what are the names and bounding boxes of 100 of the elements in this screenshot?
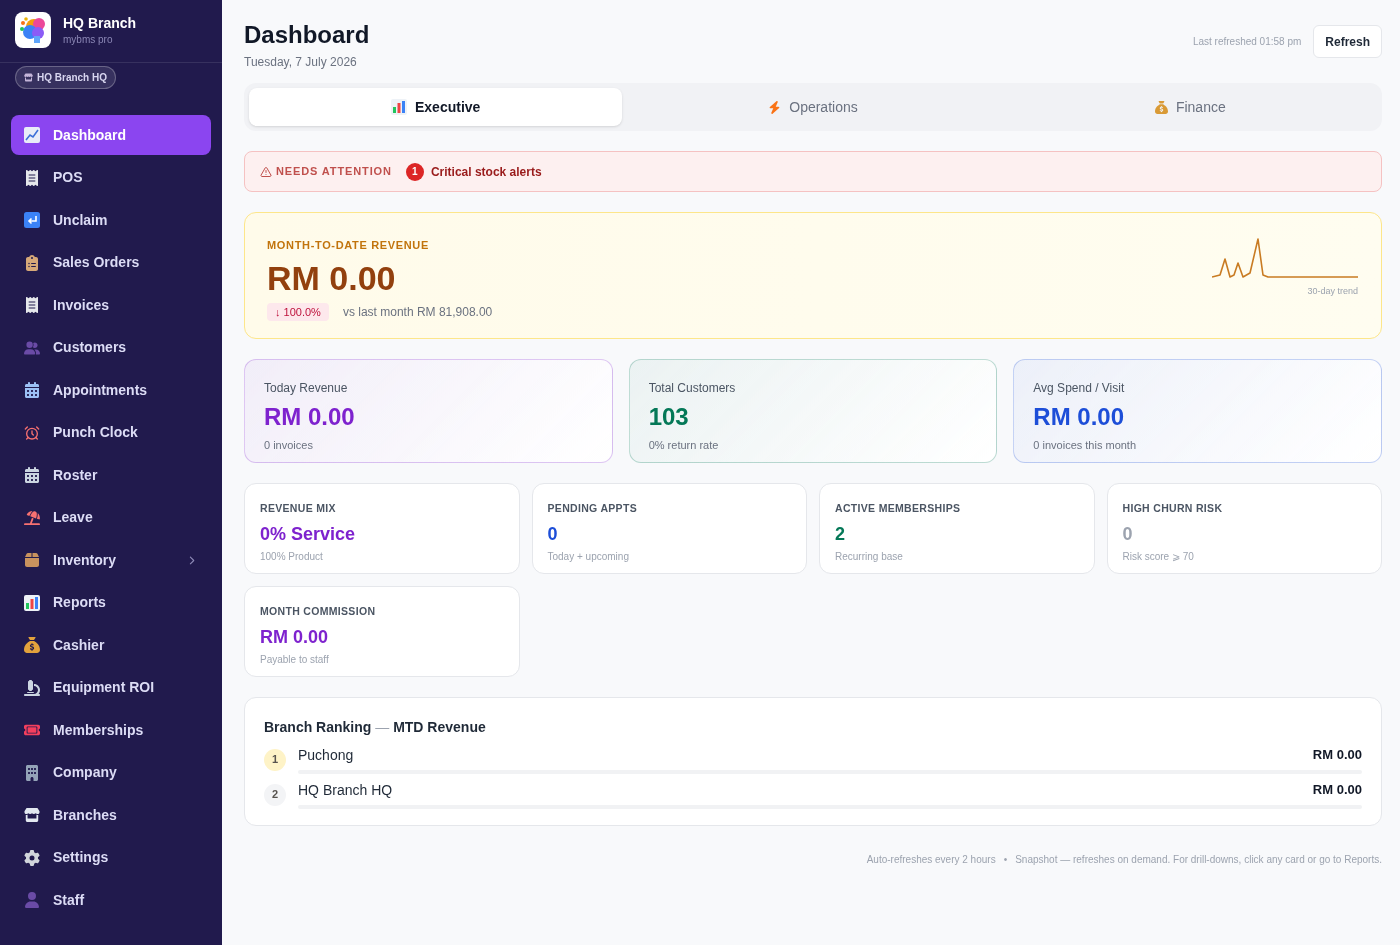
tab[interactable]: Finance	[1003, 88, 1377, 126]
comparison-text: vs last month RM 81,908.00	[342, 303, 493, 321]
kpi-card[interactable]: HIGH CHURN RISK 0 Risk score ⩾ 70	[1106, 483, 1382, 574]
settings-icon	[24, 849, 40, 866]
lightning-icon	[768, 100, 782, 114]
stat-card[interactable]: Today Revenue RM 0.00 0 invoices	[244, 359, 613, 463]
money-bag-icon	[1154, 100, 1168, 114]
change-badge: ↓ 100.0%	[267, 302, 329, 321]
kpi-card[interactable]: PENDING APPTS 0 Today + upcoming	[531, 483, 807, 574]
branch-name: HQ Branch HQ	[298, 781, 393, 800]
stat-note: 0 invoices this month	[1033, 438, 1137, 453]
stat-note: 0 invoices	[264, 438, 313, 453]
nav-item[interactable]: Inventory	[11, 540, 211, 580]
tab[interactable]: Operations	[626, 88, 1000, 126]
chevron-right-icon	[188, 555, 195, 565]
page-title: Dashboard	[244, 20, 370, 50]
receipt-icon	[24, 297, 40, 313]
calendar-icon	[24, 467, 40, 483]
kpi-note: Recurring base	[835, 549, 903, 564]
nav-item[interactable]: Cashier	[11, 625, 211, 665]
nav-item[interactable]: Equipment ROI	[11, 667, 211, 708]
revenue-value: RM 0.00	[267, 257, 396, 298]
stat-label: Today Revenue	[264, 380, 348, 397]
kpi-card[interactable]: MONTH COMMISSION RM 0.00 Payable to staff	[244, 586, 520, 677]
nav-item[interactable]: Reports	[11, 582, 211, 623]
branch-amount: RM 0.00	[1312, 746, 1362, 764]
kpi-label: REVENUE MIX	[260, 501, 336, 516]
nav-item[interactable]: Roster	[11, 455, 211, 495]
nav-item[interactable]: Punch Clock	[11, 412, 211, 453]
nav-item[interactable]: Memberships	[11, 710, 211, 750]
rank-badge: 2	[264, 783, 286, 806]
line-chart-icon	[24, 127, 40, 143]
stat-card[interactable]: Avg Spend / Visit RM 0.00 0 invoices this month	[1013, 359, 1382, 463]
branch-chip[interactable]: HQ Branch HQ	[15, 66, 116, 89]
app-name: HQ Branch	[63, 13, 137, 32]
stat-label: Avg Spend / Visit	[1033, 380, 1125, 397]
calendar-icon	[24, 382, 40, 398]
kpi-value: 2	[835, 522, 845, 546]
stat-value: 103	[648, 402, 689, 432]
store-icon	[24, 807, 40, 823]
user-icon	[24, 892, 40, 908]
money-bag-icon	[24, 637, 40, 653]
refresh-button[interactable]: Refresh	[1313, 25, 1382, 58]
ranking-title: Branch Ranking — MTD Revenue	[264, 718, 486, 737]
stat-note: 0% return rate	[648, 438, 719, 453]
nav-item[interactable]: POS	[11, 157, 211, 198]
kpi-note: Payable to staff	[260, 652, 329, 667]
branch-name: Puchong	[298, 746, 354, 765]
rank-badge: 1	[264, 748, 286, 771]
count-badge: 1	[405, 162, 424, 181]
stat-value: RM 0.00	[1033, 402, 1125, 432]
building-icon	[24, 764, 40, 781]
kpi-card[interactable]: ACTIVE MEMBERSHIPS 2 Recurring base	[819, 483, 1095, 574]
nav-item[interactable]: Staff	[11, 880, 211, 920]
nav-item[interactable]: Customers	[11, 327, 211, 368]
nav-item[interactable]: Company	[11, 752, 211, 793]
kpi-card[interactable]: REVENUE MIX 0% Service 100% Product	[244, 483, 520, 574]
kpi-value: 0% Service	[260, 522, 356, 546]
branch-amount: RM 0.00	[1312, 781, 1362, 799]
microscope-icon	[24, 679, 40, 696]
clipboard-icon	[24, 254, 40, 271]
nav-item[interactable]: Branches	[11, 795, 211, 835]
alert-link[interactable]: Critical stock alerts	[430, 162, 542, 181]
kpi-note: Risk score ⩾ 70	[1122, 549, 1194, 564]
kpi-label: HIGH CHURN RISK	[1122, 501, 1223, 516]
nav-item[interactable]: Appointments	[11, 370, 211, 410]
ticket-icon	[24, 722, 40, 738]
bar-chart-icon	[24, 594, 40, 611]
box-icon	[24, 552, 40, 568]
footer-note: Snapshot — refreshes on demand. For drill-downs, click any card or go to Reports.	[1015, 853, 1382, 867]
kpi-value: 0	[1122, 522, 1133, 546]
kpi-value: RM 0.00	[260, 625, 329, 649]
kpi-note: Today + upcoming	[547, 549, 629, 564]
bar-chart-icon	[390, 99, 407, 115]
revenue-label: MONTH-TO-DATE REVENUE	[267, 238, 429, 253]
tab[interactable]: Executive	[249, 88, 623, 126]
nav-item[interactable]: Settings	[11, 837, 211, 878]
nav-item[interactable]: Leave	[11, 497, 211, 538]
app-subtitle: mybms pro	[63, 32, 114, 47]
nav-item[interactable]: Dashboard	[11, 115, 211, 155]
kpi-label: ACTIVE MEMBERSHIPS	[835, 501, 961, 516]
attention-title: NEEDS ATTENTION	[276, 164, 392, 180]
users-icon	[24, 339, 40, 356]
page-date: Tuesday, 7 July 2026	[244, 54, 357, 71]
nav-item[interactable]: Sales Orders	[11, 242, 211, 283]
separator-dot: •	[1003, 853, 1008, 867]
kpi-label: PENDING APPTS	[547, 501, 637, 516]
stat-card[interactable]: Total Customers 103 0% return rate	[628, 359, 998, 463]
nav-item[interactable]: Unclaim	[11, 200, 211, 240]
nav-item[interactable]: Invoices	[11, 285, 211, 325]
stat-label: Total Customers	[648, 380, 736, 397]
stat-value: RM 0.00	[264, 402, 355, 432]
alarm-clock-icon	[24, 424, 40, 441]
beach-umbrella-icon	[24, 509, 40, 526]
revenue-card[interactable]: MONTH-TO-DATE REVENUE RM 0.00 ↓ 100.0% vs last month RM 81,908.00 30-day trend	[244, 212, 1382, 339]
receipt-icon	[24, 169, 40, 186]
trend-label: 30-day trend	[1307, 285, 1358, 298]
store-icon	[24, 73, 33, 82]
return-arrow-icon	[24, 212, 40, 228]
auto-refresh-note: Auto-refreshes every 2 hours	[866, 853, 996, 867]
